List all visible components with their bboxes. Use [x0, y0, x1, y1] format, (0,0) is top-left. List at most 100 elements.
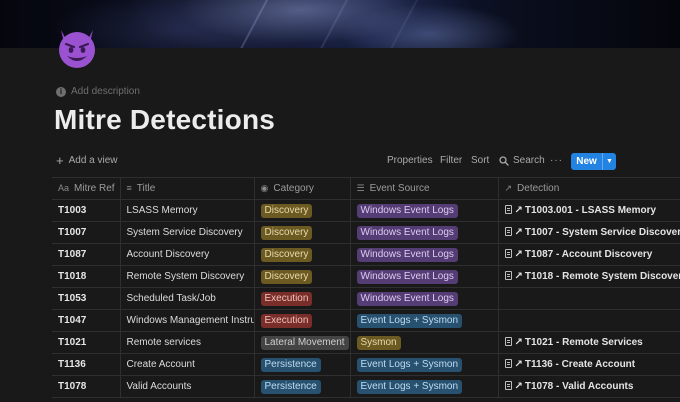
select-icon: ◉ — [260, 183, 269, 193]
mitre-ref-cell[interactable]: T1078 — [52, 375, 120, 398]
column-header-category[interactable]: ◉ Category — [253, 177, 350, 200]
detection-cell[interactable]: ↗ T1007 - System Service Discovery — [497, 221, 680, 244]
title-cell[interactable]: Windows Management Instrum — [119, 309, 254, 332]
category-cell[interactable]: Discovery — [253, 243, 350, 266]
mitre-ref-cell[interactable]: T1007 — [52, 221, 120, 244]
mitre-ref-cell[interactable]: T1053 — [52, 287, 120, 310]
detection-link[interactable]: T1021 - Remote Services — [525, 337, 643, 348]
title-cell[interactable]: Create Account — [119, 353, 254, 376]
event-source-cell[interactable]: Windows Event Logs — [349, 221, 498, 244]
event-source-cell[interactable]: Sysmon — [349, 331, 498, 354]
add-view-label: Add a view — [68, 155, 118, 166]
event-source-cell[interactable]: Windows Event Logs — [349, 199, 498, 222]
tag: Windows Event Logs — [356, 203, 458, 218]
tag: Execution — [260, 291, 313, 306]
new-button[interactable]: New ▼ — [571, 153, 616, 170]
info-icon: i — [56, 86, 66, 97]
detection-cell[interactable] — [497, 287, 680, 310]
category-cell[interactable]: Persistence — [253, 375, 350, 398]
mitre-ref-cell[interactable]: T1021 — [52, 331, 120, 354]
detection-cell[interactable]: ↗ T1021 - Remote Services — [497, 331, 680, 354]
detection-link[interactable]: T1078 - Valid Accounts — [525, 381, 634, 392]
add-view-button[interactable]: + Add a view — [56, 154, 118, 167]
table-row[interactable]: T1047 Windows Management Instrum Execution… — [52, 309, 680, 332]
table-row[interactable]: T1007 System Service Discovery Discovery Wi… — [52, 221, 680, 244]
mitre-ref-cell[interactable]: T1087 — [52, 243, 120, 266]
category-cell[interactable]: Lateral Movement — [253, 331, 350, 354]
event-source-cell[interactable]: Event Logs + Sysmon — [349, 309, 498, 332]
add-description-button[interactable]: i Add description — [56, 86, 140, 97]
page-icon — [504, 271, 512, 280]
detection-cell[interactable]: ↗ T1078 - Valid Accounts — [497, 375, 680, 398]
tag: Persistence — [260, 379, 321, 394]
title-cell[interactable]: System Service Discovery — [119, 221, 254, 244]
title-cell[interactable]: Account Discovery — [119, 243, 254, 266]
link-arrow-icon: ↗ — [514, 227, 523, 238]
table-row[interactable]: T1078 Valid Accounts Persistence Event Logs… — [52, 375, 680, 398]
more-options-button[interactable]: ··· — [550, 155, 563, 166]
event-source-cell[interactable]: Event Logs + Sysmon — [349, 375, 498, 398]
link-arrow-icon: ↗ — [514, 337, 523, 348]
table-row[interactable]: T1018 Remote System Discovery Discovery Win… — [52, 265, 680, 288]
tag: Lateral Movement — [260, 335, 349, 350]
category-cell[interactable]: Discovery — [253, 199, 350, 222]
smiling-devil-icon[interactable] — [52, 22, 102, 72]
table-row[interactable]: T1053 Scheduled Task/Job Execution Windows … — [52, 287, 680, 310]
table-row[interactable]: T1087 Account Discovery Discovery Windows E… — [52, 243, 680, 266]
tag: Windows Event Logs — [356, 291, 458, 306]
title-cell[interactable]: Scheduled Task/Job — [119, 287, 254, 310]
database-table: Aa Mitre Ref ≡ Title ◉ Category ☰ Event Source ↗… — [52, 177, 680, 398]
category-cell[interactable]: Persistence — [253, 353, 350, 376]
tag: Discovery — [260, 269, 313, 284]
detection-link[interactable]: T1136 - Create Account — [525, 359, 635, 370]
mitre-ref-cell[interactable]: T1047 — [52, 309, 120, 332]
column-header-mitre-ref[interactable]: Aa Mitre Ref — [52, 177, 120, 200]
column-header-title[interactable]: ≡ Title — [119, 177, 254, 200]
properties-button[interactable]: Properties — [387, 155, 433, 166]
detection-cell[interactable]: ↗ T1018 - Remote System Discovery — [497, 265, 680, 288]
table-row[interactable]: T1021 Remote services Lateral Movement Sysm… — [52, 331, 680, 354]
table-header-row: Aa Mitre Ref ≡ Title ◉ Category ☰ Event Source ↗… — [52, 177, 680, 200]
table-row[interactable]: T1136 Create Account Persistence Event Logs… — [52, 353, 680, 376]
title-icon: ≡ — [126, 183, 132, 193]
title-cell[interactable]: Remote services — [119, 331, 254, 354]
detection-cell[interactable]: ↗ T1003.001 - LSASS Memory — [497, 199, 680, 222]
page-title[interactable]: Mitre Detections — [54, 104, 275, 136]
column-header-event-source[interactable]: ☰ Event Source — [349, 177, 498, 200]
title-cell[interactable]: Remote System Discovery — [119, 265, 254, 288]
search-label: Search — [513, 155, 545, 166]
event-source-cell[interactable]: Windows Event Logs — [349, 243, 498, 266]
detection-link[interactable]: T1007 - System Service Discovery — [525, 227, 680, 238]
tag: Event Logs + Sysmon — [356, 379, 463, 394]
detection-link[interactable]: T1018 - Remote System Discovery — [525, 271, 680, 282]
chevron-down-icon[interactable]: ▼ — [603, 153, 616, 170]
search-button[interactable]: Search — [499, 155, 545, 166]
mitre-ref-cell[interactable]: T1003 — [52, 199, 120, 222]
filter-button[interactable]: Filter — [440, 155, 462, 166]
title-cell[interactable]: LSASS Memory — [119, 199, 254, 222]
column-header-label: Mitre Ref — [74, 183, 115, 194]
title-cell[interactable]: Valid Accounts — [119, 375, 254, 398]
mitre-ref-cell[interactable]: T1018 — [52, 265, 120, 288]
detection-cell[interactable] — [497, 309, 680, 332]
event-source-cell[interactable]: Windows Event Logs — [349, 265, 498, 288]
column-header-detection[interactable]: ↗ Detection — [497, 177, 680, 200]
detection-cell[interactable]: ↗ T1087 - Account Discovery — [497, 243, 680, 266]
table-row[interactable]: T1003 LSASS Memory Discovery Windows Event … — [52, 199, 680, 222]
column-header-label: Event Source — [369, 183, 430, 194]
category-cell[interactable]: Discovery — [253, 221, 350, 244]
category-cell[interactable]: Execution — [253, 287, 350, 310]
event-source-cell[interactable]: Windows Event Logs — [349, 287, 498, 310]
mitre-ref-cell[interactable]: T1136 — [52, 353, 120, 376]
category-cell[interactable]: Discovery — [253, 265, 350, 288]
page-icon — [504, 381, 512, 390]
sort-button[interactable]: Sort — [471, 155, 489, 166]
event-source-cell[interactable]: Event Logs + Sysmon — [349, 353, 498, 376]
detection-cell[interactable]: ↗ T1136 - Create Account — [497, 353, 680, 376]
tag: Discovery — [260, 225, 313, 240]
detection-link[interactable]: T1087 - Account Discovery — [525, 249, 652, 260]
category-cell[interactable]: Execution — [253, 309, 350, 332]
tag: Windows Event Logs — [356, 225, 458, 240]
tag: Sysmon — [356, 335, 401, 350]
detection-link[interactable]: T1003.001 - LSASS Memory — [525, 205, 656, 216]
